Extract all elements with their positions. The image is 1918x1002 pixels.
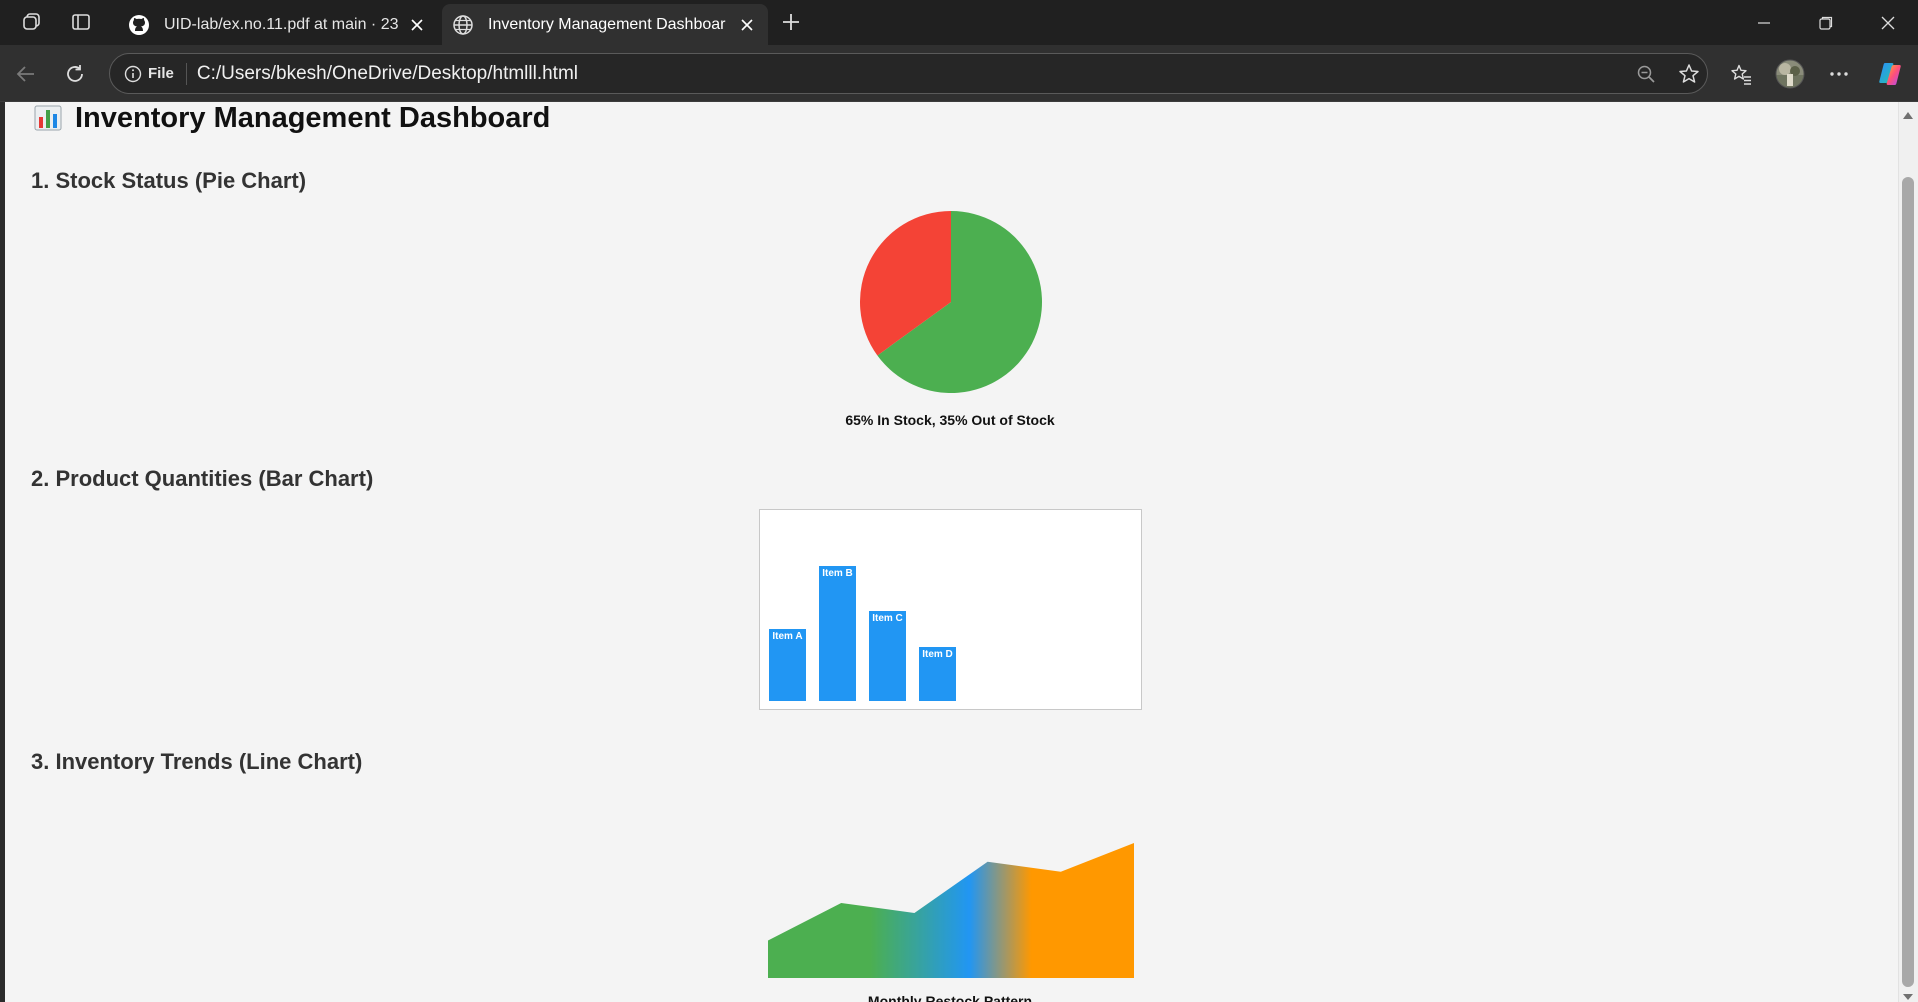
product-quantities-bar-chart: Item A Item B Item C Item D xyxy=(759,509,1142,710)
copilot-button[interactable] xyxy=(1873,57,1907,91)
section-heading-product-quantities: 2. Product Quantities (Bar Chart) xyxy=(31,466,374,491)
scroll-up-arrow-icon[interactable] xyxy=(1901,109,1915,121)
bar-item-c: Item C xyxy=(869,611,906,701)
workspaces-icon[interactable] xyxy=(15,7,49,37)
restore-button[interactable] xyxy=(1795,0,1857,45)
divider xyxy=(185,62,187,85)
page-viewport[interactable]: Inventory Management Dashboard 1. Stock … xyxy=(0,102,1918,1002)
restore-icon xyxy=(1819,16,1833,30)
section-heading-inventory-trends: 3. Inventory Trends (Line Chart) xyxy=(31,749,363,774)
back-arrow-icon xyxy=(16,66,34,82)
page-title-text: Inventory Management Dashboard xyxy=(75,102,551,134)
vertical-tabs-icon[interactable] xyxy=(64,7,98,37)
minimize-button[interactable] xyxy=(1733,0,1795,45)
site-info-chip[interactable]: File xyxy=(116,60,180,87)
back-button[interactable] xyxy=(9,57,43,91)
tab-title: UID-lab/ex.no.11.pdf at main · 23( xyxy=(164,15,398,33)
bar-label: Item B xyxy=(822,568,853,580)
bar-item-d: Item D xyxy=(919,647,956,701)
window-close-button[interactable] xyxy=(1857,0,1918,45)
close-icon xyxy=(1881,16,1895,29)
avatar-icon xyxy=(1775,59,1805,89)
tab-inventory-dashboard[interactable]: Inventory Management Dashboar xyxy=(442,4,768,45)
refresh-icon xyxy=(67,65,83,82)
tab-strip: UID-lab/ex.no.11.pdf at main · 23( Inven… xyxy=(0,0,1918,45)
profile-avatar[interactable] xyxy=(1773,57,1807,91)
line-caption: Monthly Restock Pattern xyxy=(867,993,1033,1002)
bar-item-a: Item A xyxy=(769,629,806,701)
url-text[interactable]: C:/Users/bkesh/OneDrive/Desktop/htmlll.h… xyxy=(197,63,578,85)
bar-label: Item D xyxy=(922,649,953,661)
stock-status-pie-chart xyxy=(860,211,1042,393)
scrollbar-thumb[interactable] xyxy=(1902,177,1914,987)
globe-icon xyxy=(452,14,474,36)
bar-label: Item C xyxy=(872,613,903,625)
bar-item-b: Item B xyxy=(819,566,856,701)
close-icon[interactable] xyxy=(406,14,428,36)
new-tab-button[interactable] xyxy=(774,7,808,37)
github-icon xyxy=(128,14,150,36)
page-title: Inventory Management Dashboard xyxy=(34,102,550,134)
favorite-star-icon[interactable] xyxy=(1673,58,1705,90)
inventory-trends-area-chart xyxy=(768,843,1134,978)
bar-label: Item A xyxy=(772,631,803,643)
favorites-icon xyxy=(1731,64,1751,85)
plus-icon xyxy=(783,14,799,30)
info-icon xyxy=(124,65,142,82)
more-dots-icon xyxy=(1830,72,1848,76)
favorites-button[interactable] xyxy=(1724,57,1758,91)
bar-chart-icon xyxy=(34,105,62,131)
trend-area xyxy=(768,843,1134,978)
settings-more-button[interactable] xyxy=(1822,57,1856,91)
vertical-scrollbar[interactable] xyxy=(1898,102,1918,1002)
minimize-icon xyxy=(1758,21,1770,24)
refresh-button[interactable] xyxy=(58,57,92,91)
section-heading-stock-status: 1. Stock Status (Pie Chart) xyxy=(31,168,307,193)
zoom-icon[interactable] xyxy=(1630,58,1662,90)
scroll-down-arrow-icon[interactable] xyxy=(1901,992,1915,1002)
tab-github[interactable]: UID-lab/ex.no.11.pdf at main · 23( xyxy=(118,4,438,45)
address-bar[interactable]: File C:/Users/bkesh/OneDrive/Desktop/htm… xyxy=(109,53,1708,94)
tab-title: Inventory Management Dashboar xyxy=(488,15,726,33)
copilot-icon xyxy=(1879,63,1901,85)
close-icon[interactable] xyxy=(736,14,758,36)
site-info-label: File xyxy=(148,65,174,82)
pie-caption: 65% In Stock, 35% Out of Stock xyxy=(845,412,1055,428)
browser-toolbar: File C:/Users/bkesh/OneDrive/Desktop/htm… xyxy=(0,45,1918,102)
